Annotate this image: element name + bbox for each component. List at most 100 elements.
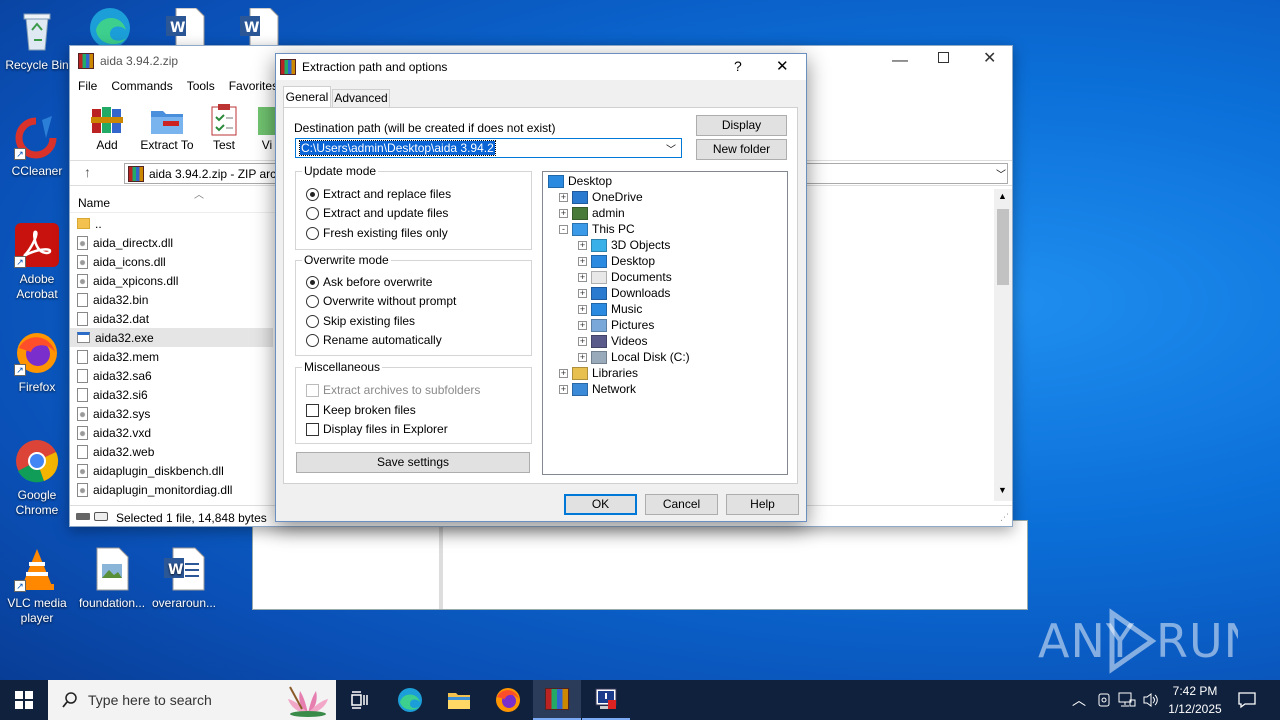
file-row[interactable]: aida32.mem xyxy=(77,347,273,366)
folder-tree[interactable]: Desktop + OneDrive + admin - This PC +3D Object… xyxy=(542,171,788,475)
edge-desktop-icon[interactable] xyxy=(86,4,134,48)
parent-folder-row[interactable]: .. xyxy=(77,214,273,233)
scroll-up-icon[interactable]: ▲ xyxy=(998,191,1007,201)
file-row[interactable]: aida32.web xyxy=(77,442,273,461)
tree-item[interactable]: - This PC xyxy=(559,221,635,237)
taskbar-winrar[interactable] xyxy=(533,680,581,720)
checkbox-display-explorer[interactable]: Display files in Explorer xyxy=(306,421,448,437)
radio-extract-update[interactable]: Extract and update files xyxy=(306,205,448,221)
taskbar-file-explorer[interactable] xyxy=(435,680,483,720)
collapse-icon[interactable]: - xyxy=(559,224,568,234)
toolbar-extract-to-button[interactable]: Extract To xyxy=(138,103,196,152)
taskbar-app[interactable] xyxy=(582,680,630,720)
tree-item[interactable]: + Network xyxy=(559,381,636,397)
tree-item[interactable]: + Downloads xyxy=(578,285,670,301)
ok-button[interactable]: OK xyxy=(564,494,637,515)
tree-item[interactable]: + Videos xyxy=(578,333,647,349)
file-row[interactable]: aida32.si6 xyxy=(77,385,273,404)
start-button[interactable] xyxy=(0,680,48,720)
destination-path-combo[interactable]: C:\Users\admin\Desktop\aida 3.94.2 ﹀ xyxy=(295,138,682,158)
radio-overwrite-without[interactable]: Overwrite without prompt xyxy=(306,293,456,309)
close-button[interactable]: ✕ xyxy=(983,48,996,68)
display-button[interactable]: Display xyxy=(696,115,787,136)
chevron-down-icon[interactable]: ﹀ xyxy=(666,141,676,156)
word-doc-icon[interactable]: W xyxy=(164,7,206,47)
desktop-icon-recycle-bin[interactable]: Recycle Bin xyxy=(0,8,74,73)
toolbar-add-button[interactable]: Add xyxy=(84,103,130,152)
expand-icon[interactable]: + xyxy=(578,256,587,266)
column-header-name[interactable]: ︿ Name xyxy=(70,189,280,213)
radio-button[interactable] xyxy=(306,226,319,240)
file-row[interactable]: aidaplugin_diskbench.dll xyxy=(77,461,273,480)
checkbox[interactable] xyxy=(306,422,319,436)
tree-item[interactable]: + admin xyxy=(559,205,625,221)
tree-item[interactable]: + Libraries xyxy=(559,365,638,381)
tree-item[interactable]: +3D Objects xyxy=(578,237,670,253)
expand-icon[interactable]: + xyxy=(578,304,587,314)
radio-skip-existing[interactable]: Skip existing files xyxy=(306,313,415,329)
desktop-icon-ccleaner[interactable]: ↗ CCleaner xyxy=(0,114,74,179)
tree-item[interactable]: Desktop xyxy=(548,173,612,189)
clock-date[interactable]: 1/12/2025 xyxy=(1162,702,1228,716)
desktop-icon-foundation[interactable]: foundation... xyxy=(75,546,149,611)
file-row[interactable]: aida_xpicons.dll xyxy=(77,271,273,290)
taskbar-edge[interactable] xyxy=(386,680,434,720)
help-button[interactable]: Help xyxy=(726,494,799,515)
menu-file[interactable]: File xyxy=(78,79,97,93)
dialog-titlebar[interactable]: Extraction path and options ? ✕ xyxy=(276,54,806,80)
radio-button[interactable] xyxy=(306,333,319,347)
desktop-icon-chrome[interactable]: Google Chrome xyxy=(0,438,74,518)
tree-item[interactable]: + Music xyxy=(578,301,642,317)
expand-icon[interactable]: + xyxy=(578,320,587,330)
menu-tools[interactable]: Tools xyxy=(187,79,215,93)
radio-rename-auto[interactable]: Rename automatically xyxy=(306,332,442,348)
tree-item[interactable]: + Documents xyxy=(578,269,672,285)
scroll-down-icon[interactable]: ▼ xyxy=(998,485,1007,495)
checkbox[interactable] xyxy=(306,403,319,417)
clock-time[interactable]: 7:42 PM xyxy=(1166,684,1224,698)
taskbar-firefox[interactable] xyxy=(484,680,532,720)
desktop-icon-firefox[interactable]: ↗ Firefox xyxy=(0,330,74,395)
radio-fresh-existing[interactable]: Fresh existing files only xyxy=(306,225,448,241)
radio-button[interactable] xyxy=(306,206,319,220)
radio-button[interactable] xyxy=(306,314,319,328)
scroll-thumb[interactable] xyxy=(997,209,1009,285)
expand-icon[interactable]: + xyxy=(578,272,587,282)
expand-icon[interactable]: + xyxy=(559,208,568,218)
help-icon[interactable]: ? xyxy=(734,58,742,74)
task-view-button[interactable] xyxy=(336,680,384,720)
file-row[interactable]: aida_directx.dll xyxy=(77,233,273,252)
tab-general[interactable]: General xyxy=(283,86,331,108)
expand-icon[interactable]: + xyxy=(559,192,568,202)
tree-item[interactable]: + Pictures xyxy=(578,317,654,333)
radio-ask-before[interactable]: Ask before overwrite xyxy=(306,274,432,290)
radio-extract-replace[interactable]: Extract and replace files xyxy=(306,186,451,202)
desktop-icon-acrobat[interactable]: ↗ Adobe Acrobat xyxy=(0,222,74,302)
radio-button[interactable] xyxy=(306,187,319,201)
resize-grip-icon[interactable]: ⋰ xyxy=(1000,512,1009,523)
menu-commands[interactable]: Commands xyxy=(111,79,172,93)
file-row[interactable]: aida32.vxd xyxy=(77,423,273,442)
tree-item[interactable]: + Desktop xyxy=(578,253,655,269)
expand-icon[interactable]: + xyxy=(559,368,568,378)
toolbar-test-button[interactable]: Test xyxy=(204,103,244,152)
chevron-up-icon[interactable]: ︿ xyxy=(1072,690,1086,710)
desktop-icon-overaround[interactable]: W overaroun... xyxy=(147,546,221,611)
vertical-scrollbar[interactable]: ▲ ▼ xyxy=(994,189,1012,501)
expand-icon[interactable]: + xyxy=(578,288,587,298)
search-box[interactable]: Type here to search xyxy=(48,680,336,720)
up-arrow-icon[interactable]: ↑ xyxy=(84,164,91,180)
file-row[interactable]: aidaplugin_monitordiag.dll xyxy=(77,480,273,499)
menu-favorites[interactable]: Favorites xyxy=(229,79,278,93)
radio-button[interactable] xyxy=(306,294,319,308)
radio-button[interactable] xyxy=(306,275,319,289)
tree-item[interactable]: + Local Disk (C:) xyxy=(578,349,690,365)
file-row[interactable]: aida32.exe xyxy=(70,328,273,347)
expand-icon[interactable]: + xyxy=(578,240,587,250)
cancel-button[interactable]: Cancel xyxy=(645,494,718,515)
file-row[interactable]: aida32.sa6 xyxy=(77,366,273,385)
extraction-dialog[interactable]: Extraction path and options ? ✕ General … xyxy=(275,53,807,522)
destination-path-value[interactable]: C:\Users\admin\Desktop\aida 3.94.2 xyxy=(299,140,496,156)
expand-icon[interactable]: + xyxy=(578,336,587,346)
file-row[interactable]: aida32.bin xyxy=(77,290,273,309)
